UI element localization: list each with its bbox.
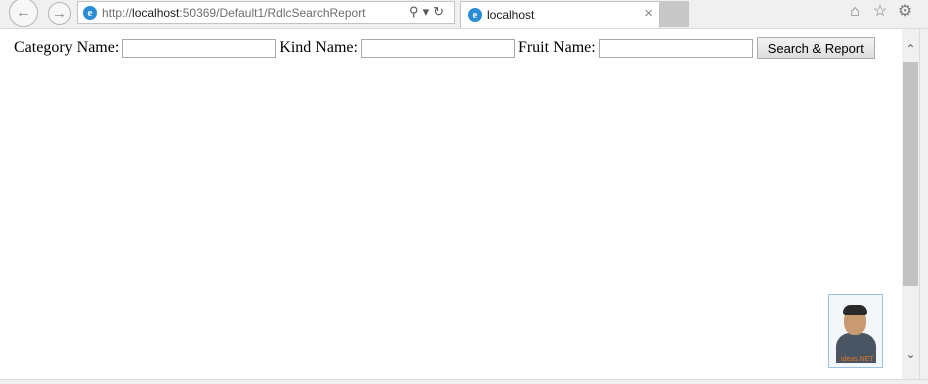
window-bottom-edge	[0, 379, 928, 384]
kind-name-input[interactable]	[360, 38, 515, 58]
browser-tools: ⌂ ☆ ⚙	[846, 3, 914, 21]
avatar-logo-text: ideas.NET	[841, 356, 874, 363]
url-text: http://localhost:50369/Default1/RdlcSear…	[102, 6, 366, 20]
address-bar[interactable]: e http://localhost:50369/Default1/RdlcSe…	[77, 1, 455, 24]
close-icon[interactable]: ×	[644, 5, 653, 22]
home-icon[interactable]: ⌂	[846, 3, 864, 21]
forward-arrow-icon: →	[52, 5, 67, 22]
star-icon[interactable]: ☆	[871, 3, 889, 21]
ie-favicon-icon: e	[468, 8, 482, 22]
scroll-down-icon[interactable]: ⌄	[902, 346, 919, 363]
ie-favicon-icon: e	[83, 6, 97, 20]
avatar: ideas.NET	[828, 294, 883, 368]
window-right-edge	[919, 29, 928, 384]
category-name-input[interactable]	[122, 38, 277, 58]
refresh-icon[interactable]: ↻	[433, 4, 448, 19]
dropdown-icon[interactable]: ▾	[423, 4, 434, 19]
tab-localhost[interactable]: e localhost ×	[460, 1, 660, 28]
search-icon[interactable]: ⚲	[409, 4, 423, 19]
search-report-button[interactable]: Search & Report	[756, 37, 875, 59]
browser-toolbar: ← → e http://localhost:50369/Default1/Rd…	[0, 0, 928, 29]
address-tools: ⚲▾↻	[409, 4, 448, 20]
new-tab-button[interactable]	[660, 1, 689, 27]
back-button[interactable]: ←	[9, 0, 38, 27]
kind-label: Kind Name:	[279, 39, 358, 56]
forward-button[interactable]: →	[48, 2, 71, 25]
vertical-scrollbar[interactable]: ⌃ ⌄	[902, 29, 919, 379]
avatar-hair	[843, 305, 867, 315]
category-label: Category Name:	[14, 39, 120, 56]
gear-icon[interactable]: ⚙	[896, 3, 914, 21]
scroll-up-icon[interactable]: ⌃	[902, 41, 919, 58]
scroll-thumb[interactable]	[903, 62, 918, 286]
back-arrow-icon: ←	[16, 4, 31, 21]
fruit-label: Fruit Name:	[517, 39, 596, 56]
page-content: Category Name: Kind Name: Fruit Name: Se…	[0, 29, 902, 379]
search-form: Category Name: Kind Name: Fruit Name: Se…	[14, 37, 875, 59]
fruit-name-input[interactable]	[598, 38, 753, 58]
tab-title: localhost	[487, 8, 535, 22]
